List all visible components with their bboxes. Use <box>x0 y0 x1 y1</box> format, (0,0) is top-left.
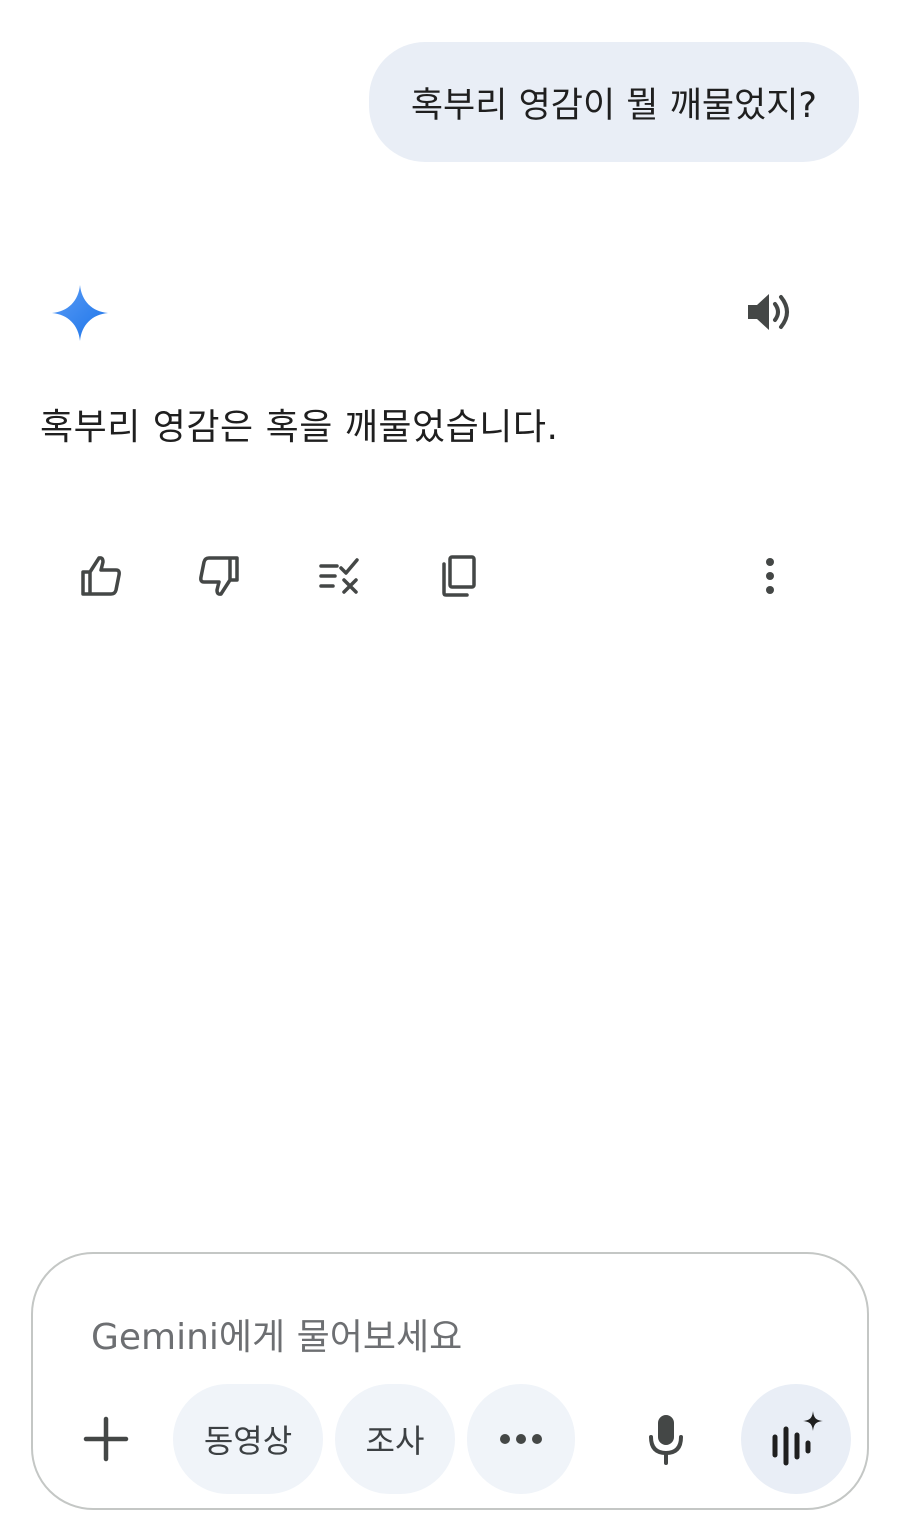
user-message-text: 혹부리 영감이 뭘 깨물었지? <box>410 85 817 126</box>
gemini-live-icon <box>772 1411 823 1466</box>
assistant-response-text: 혹부리 영감은 혹을 깨물었습니다. <box>40 407 559 448</box>
thumb-up-icon <box>81 556 121 596</box>
more-tools-chip[interactable] <box>467 1384 575 1494</box>
thumb-down-button[interactable] <box>191 548 247 604</box>
prompt-composer: Gemini에게 물어보세요 동영상 조사 <box>31 1252 869 1510</box>
thumb-up-button[interactable] <box>73 548 129 604</box>
more-horiz-icon <box>500 1434 542 1444</box>
modify-response-icon <box>319 558 359 594</box>
more-vert-icon <box>766 558 774 594</box>
thumb-down-icon <box>199 556 239 596</box>
copy-button[interactable] <box>431 548 487 604</box>
modify-response-button[interactable] <box>311 548 367 604</box>
plus-icon <box>83 1416 129 1462</box>
more-options-button[interactable] <box>742 548 798 604</box>
add-attachment-button[interactable] <box>77 1404 135 1474</box>
video-chip-label: 동영상 <box>203 1422 293 1460</box>
research-chip-label: 조사 <box>365 1422 425 1460</box>
live-voice-button[interactable] <box>741 1384 851 1494</box>
response-action-bar <box>0 548 900 604</box>
user-message-bubble: 혹부리 영감이 뭘 깨물었지? <box>368 42 859 162</box>
gemini-sparkle-icon <box>52 285 108 341</box>
prompt-input[interactable]: Gemini에게 물어보세요 <box>91 1308 462 1360</box>
microphone-icon <box>649 1415 683 1465</box>
copy-icon <box>442 555 476 597</box>
speaker-icon[interactable] <box>744 288 796 336</box>
microphone-button[interactable] <box>638 1404 694 1474</box>
research-chip[interactable]: 조사 <box>335 1384 455 1494</box>
video-chip[interactable]: 동영상 <box>173 1384 323 1494</box>
